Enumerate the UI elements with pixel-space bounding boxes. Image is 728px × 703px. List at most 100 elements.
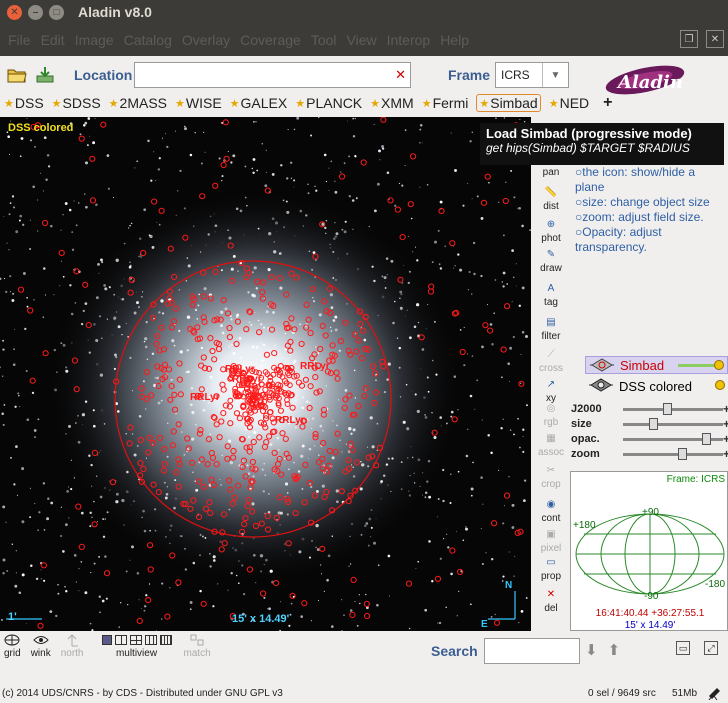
tool-rgb[interactable]: ◎ rgb: [535, 399, 567, 429]
telescope-icon[interactable]: [706, 684, 722, 703]
fullscreen-icon[interactable]: ⤢: [704, 641, 718, 655]
slider-thumb[interactable]: [648, 418, 658, 430]
logo-text: Aladin: [616, 72, 683, 93]
hips-wise[interactable]: ★ WISE: [175, 95, 222, 111]
menu-interop[interactable]: Interop: [387, 32, 431, 48]
multiview-16-icon[interactable]: [159, 635, 172, 645]
minimize-window-button[interactable]: –: [28, 4, 43, 20]
sky-image[interactable]: RRLyr RRLyrRRLyrRRLyrRRLyr N E: [0, 117, 531, 631]
star-icon: ★: [4, 97, 14, 110]
slider-thumb[interactable]: [678, 448, 688, 460]
menu-file[interactable]: File: [8, 32, 31, 48]
plus-icon[interactable]: +: [723, 417, 728, 431]
tool-cont[interactable]: ◉ cont: [535, 495, 567, 525]
arrow-up-icon[interactable]: ⬆: [608, 641, 621, 659]
hips-fermi[interactable]: ★ Fermi: [422, 95, 469, 111]
control-row: size +: [571, 417, 728, 431]
frame-select[interactable]: ICRS ▼: [495, 62, 569, 88]
star-icon: ★: [370, 97, 381, 110]
slider-track[interactable]: [623, 408, 723, 411]
slider-thumb[interactable]: [663, 403, 673, 415]
north-button[interactable]: north: [61, 632, 84, 659]
slider-thumb[interactable]: [702, 433, 712, 445]
hips-label: NED: [559, 95, 590, 111]
hips-ned[interactable]: ★ NED: [549, 95, 589, 111]
plus-icon[interactable]: +: [723, 432, 728, 446]
tool-label: cont: [541, 513, 561, 524]
plus-icon[interactable]: +: [723, 402, 728, 416]
multiview-2-icon[interactable]: [114, 635, 127, 645]
detach-icon[interactable]: ▭: [676, 641, 690, 655]
help-item: ○zoom: adjust field size.: [575, 210, 704, 224]
multiview-4-icon[interactable]: [129, 635, 142, 645]
tool-cross[interactable]: ⟋ cross: [535, 345, 567, 375]
grid-button[interactable]: grid: [4, 632, 21, 659]
minimap[interactable]: Frame: ICRS +90 -90 +180 -180 16:41:40.4…: [570, 471, 728, 631]
search-input[interactable]: [484, 638, 580, 664]
tool-draw[interactable]: ✎ draw: [535, 245, 567, 275]
memory-usage: 51Mb: [672, 687, 698, 699]
menu-overlay[interactable]: Overlay: [182, 32, 230, 48]
tool-label: cross: [539, 363, 563, 374]
menu-help[interactable]: Help: [440, 32, 469, 48]
minimap-coord: 16:41:40.44 +36:27:55.1: [595, 608, 705, 619]
hips-xmm[interactable]: ★ XMM: [370, 95, 414, 111]
restore-icon[interactable]: ❐: [680, 30, 698, 48]
tool-phot[interactable]: ⊕ phot: [535, 215, 567, 245]
slider-track[interactable]: [623, 423, 723, 426]
hips-galex[interactable]: ★ GALEX: [230, 95, 288, 111]
menu-tool[interactable]: Tool: [311, 32, 337, 48]
object-label[interactable]: RRLyr: [190, 392, 220, 403]
close-window-button[interactable]: ✕: [7, 4, 22, 20]
close-panel-icon[interactable]: ✕: [706, 30, 724, 48]
add-hips-button[interactable]: +: [603, 94, 612, 112]
menu-image[interactable]: Image: [75, 32, 114, 48]
tool-filter[interactable]: ▤ filter: [535, 313, 567, 343]
clear-location-icon[interactable]: ✕: [395, 67, 406, 83]
multiview-button[interactable]: multiview: [101, 632, 172, 659]
chevron-down-icon[interactable]: ▼: [542, 63, 568, 87]
hips-sdss[interactable]: ★ SDSS: [52, 95, 101, 111]
maximize-window-button[interactable]: □: [49, 4, 64, 20]
menu-edit[interactable]: Edit: [41, 32, 65, 48]
location-input[interactable]: ✕: [134, 62, 411, 88]
sky-view[interactable]: RRLyr RRLyr RRLyr RRLyr RRLyr N E DSS colore…: [0, 117, 531, 631]
north-arrow-icon: [67, 634, 79, 647]
tool-assoc[interactable]: ▦ assoc: [535, 429, 567, 459]
multiview-9-icon[interactable]: [144, 635, 157, 645]
layer-simbad[interactable]: Simbad: [585, 356, 728, 374]
object-label[interactable]: RRLyr: [232, 374, 262, 385]
tool-dist[interactable]: 📏 dist: [535, 183, 567, 213]
tool-crop[interactable]: ✂ crop: [535, 461, 567, 491]
object-label[interactable]: RRLyr: [275, 415, 305, 426]
tool-label: rgb: [543, 417, 559, 428]
hips-planck[interactable]: ★ PLANCK: [295, 95, 362, 111]
slider-track[interactable]: [623, 453, 723, 456]
open-folder-icon[interactable]: [6, 64, 28, 86]
download-icon[interactable]: [34, 64, 56, 86]
hips-2mass[interactable]: ★ 2MASS: [109, 95, 167, 111]
hips-dss[interactable]: ★ DSS: [4, 95, 44, 111]
tool-del[interactable]: ✕ del: [535, 585, 567, 615]
menu-view[interactable]: View: [347, 32, 377, 48]
tool-label: crop: [541, 479, 561, 490]
control-row: zoom +: [571, 447, 728, 461]
hips-bar: ★ DSS ★ SDSS ★ 2MASS ★ WISE ★ GALEX ★ PLANCK ★ XMM ★ Fe…: [0, 92, 612, 114]
menu-coverage[interactable]: Coverage: [240, 32, 301, 48]
hips-simbad[interactable]: ★ Simbad: [476, 94, 541, 112]
menu-catalog[interactable]: Catalog: [124, 32, 172, 48]
multiview-1-icon[interactable]: [101, 635, 112, 645]
hips-label: PLANCK: [306, 95, 363, 111]
match-button[interactable]: match: [184, 632, 211, 659]
tool-pixel[interactable]: ▣ pixel: [535, 525, 567, 555]
object-label[interactable]: RRLyr: [300, 361, 330, 372]
star-icon: ★: [51, 97, 62, 110]
tool-tag[interactable]: Atag: [535, 279, 567, 309]
tool-prop[interactable]: ▭ prop: [535, 553, 567, 583]
plus-icon[interactable]: +: [723, 447, 728, 461]
star-icon: ★: [548, 97, 559, 110]
layer-dss[interactable]: DSS colored: [585, 377, 728, 395]
hips-label: SDSS: [62, 95, 101, 111]
wink-button[interactable]: wink: [31, 632, 51, 659]
arrow-down-icon[interactable]: ⬇: [585, 641, 598, 659]
